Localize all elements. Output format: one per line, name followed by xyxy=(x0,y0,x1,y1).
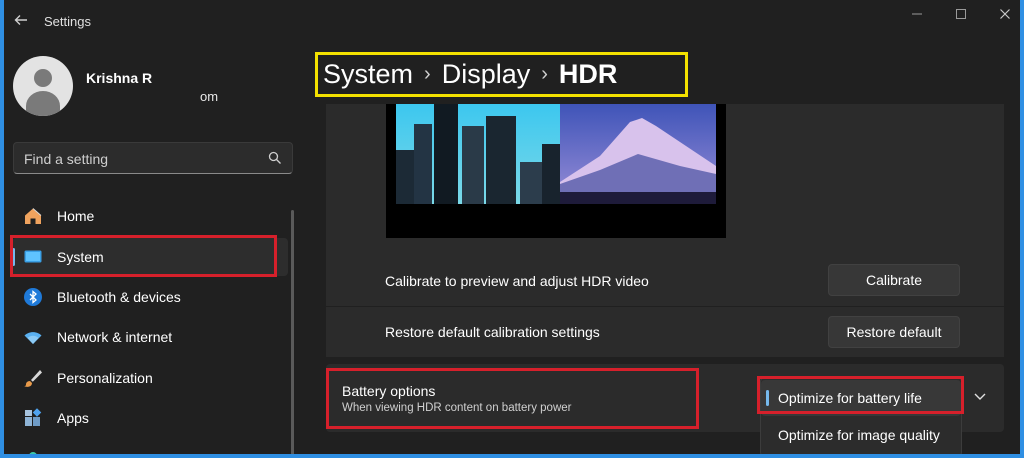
restore-default-button[interactable]: Restore default xyxy=(828,316,960,348)
sidebar-item-label: Home xyxy=(57,208,95,224)
sidebar-item-label: Apps xyxy=(57,410,89,426)
city-image xyxy=(396,104,562,204)
calibrate-button[interactable]: Calibrate xyxy=(828,264,960,296)
home-icon xyxy=(25,208,42,224)
chevron-down-icon[interactable] xyxy=(972,388,988,404)
mountain-image xyxy=(560,104,716,204)
brush-icon xyxy=(24,370,42,387)
close-button[interactable] xyxy=(994,6,1016,24)
maximize-icon xyxy=(956,9,966,19)
sidebar-item-more[interactable] xyxy=(12,440,288,454)
settings-window: Settings Krishna R om Home System Blueto… xyxy=(0,0,1024,458)
sidebar-item-bluetooth[interactable]: Bluetooth & devices xyxy=(12,278,288,316)
breadcrumb-display[interactable]: Display xyxy=(442,59,531,90)
sidebar-item-label: Bluetooth & devices xyxy=(57,289,181,305)
apps-icon xyxy=(25,408,42,426)
sidebar-item-personalization[interactable]: Personalization xyxy=(12,359,288,397)
wifi-icon xyxy=(24,332,42,344)
minimize-icon xyxy=(912,13,922,15)
sidebar-item-home[interactable]: Home xyxy=(12,197,288,235)
breadcrumb: System › Display › HDR xyxy=(323,58,617,90)
sidebar-item-apps[interactable]: Apps xyxy=(12,399,288,437)
battery-options-dropdown[interactable]: Optimize for battery life Optimize for i… xyxy=(760,376,962,454)
restore-label: Restore default calibration settings xyxy=(385,324,600,340)
chevron-right-icon: › xyxy=(541,63,548,86)
sidebar-item-label: Network & internet xyxy=(57,329,173,345)
close-icon xyxy=(1000,9,1010,19)
back-arrow-icon xyxy=(14,15,27,25)
minimize-button[interactable] xyxy=(906,6,928,24)
bluetooth-icon xyxy=(24,288,42,306)
avatar-body-shape xyxy=(26,91,60,116)
avatar-head-shape xyxy=(34,69,52,87)
option-image-quality[interactable]: Optimize for image quality xyxy=(761,417,961,453)
hdr-video-preview xyxy=(386,104,726,238)
battery-options-subtitle: When viewing HDR content on battery powe… xyxy=(342,402,572,414)
battery-options-title: Battery options xyxy=(342,383,436,399)
breadcrumb-system[interactable]: System xyxy=(323,59,413,90)
sidebar-item-network[interactable]: Network & internet xyxy=(12,318,288,356)
option-battery-life[interactable]: Optimize for battery life xyxy=(761,380,961,416)
calibrate-label: Calibrate to preview and adjust HDR vide… xyxy=(385,273,649,289)
system-icon xyxy=(24,250,42,263)
sidebar-scrollbar[interactable] xyxy=(291,210,294,454)
avatar[interactable] xyxy=(13,56,73,116)
chevron-right-icon: › xyxy=(424,63,431,86)
search-icon xyxy=(268,151,281,164)
title-bar: Settings xyxy=(4,0,1020,44)
search-box[interactable] xyxy=(13,142,293,174)
user-email: om xyxy=(200,89,219,104)
breadcrumb-hdr: HDR xyxy=(558,59,618,90)
back-button[interactable] xyxy=(12,12,30,30)
sidebar-item-label: System xyxy=(57,249,104,265)
search-input[interactable] xyxy=(24,149,264,169)
app-title: Settings xyxy=(44,14,91,29)
maximize-button[interactable] xyxy=(950,6,972,24)
sidebar-item-label: Personalization xyxy=(57,370,153,386)
user-name: Krishna R xyxy=(86,70,153,86)
sidebar-item-system[interactable]: System xyxy=(12,238,288,276)
account-icon xyxy=(29,452,37,454)
